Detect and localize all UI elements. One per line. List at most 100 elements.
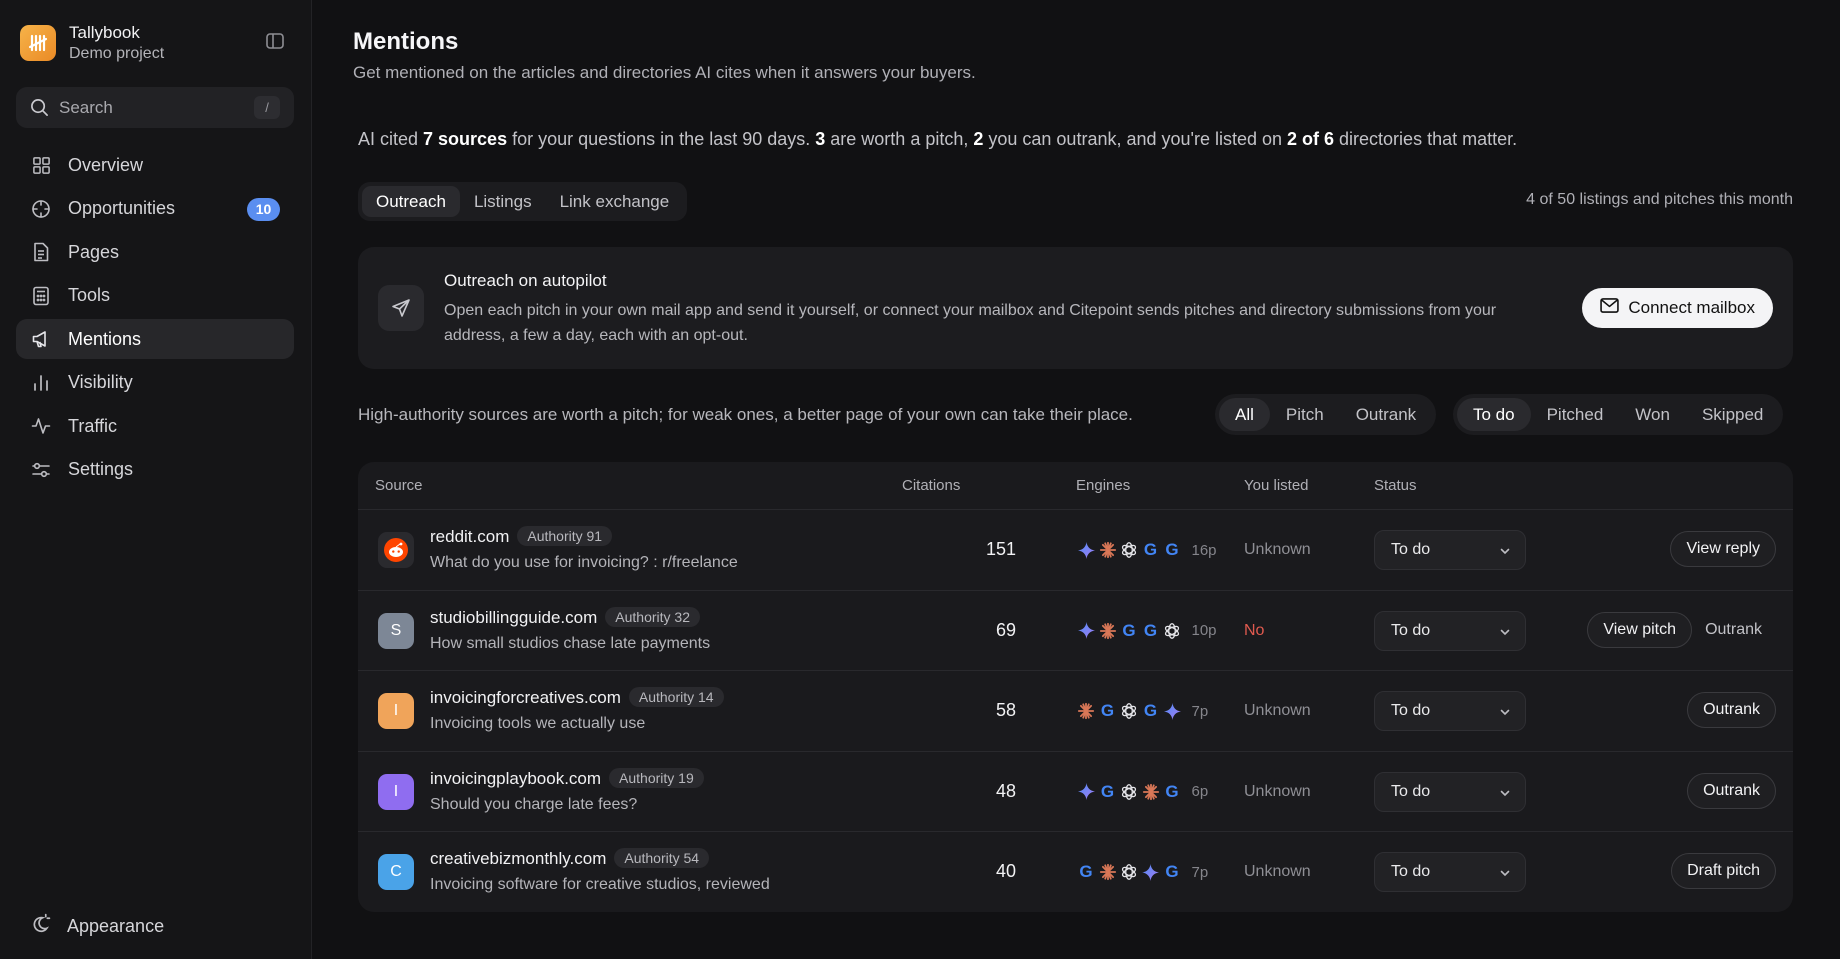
page-title: Mentions <box>353 28 459 55</box>
connect-mailbox-label: Connect mailbox <box>1628 298 1755 317</box>
chevron-down-icon <box>1499 544 1511 562</box>
filter-outrank[interactable]: Outrank <box>1340 398 1432 431</box>
google-icon: G <box>1143 701 1158 720</box>
outrank-button[interactable]: Outrank <box>1687 772 1776 809</box>
sources-table: Source Citations Engines You listed Stat… <box>358 462 1793 912</box>
document-icon <box>30 241 52 263</box>
gemini-icon <box>1076 621 1096 641</box>
claude-icon <box>1098 540 1118 560</box>
engine-list: G G 6p <box>1076 782 1208 802</box>
status-value: To do <box>1391 621 1431 639</box>
google-icon: G <box>1100 701 1115 720</box>
crosshair-icon <box>30 198 52 220</box>
sidebar-item-visibility[interactable]: Visibility <box>16 363 294 403</box>
status-select[interactable]: To do <box>1374 691 1526 731</box>
status-value: To do <box>1391 782 1431 800</box>
autopilot-title: Outreach on autopilot <box>444 271 607 290</box>
outrank-link[interactable]: Outrank <box>1705 621 1762 639</box>
gemini-icon <box>1076 540 1096 560</box>
claude-icon <box>1141 782 1161 802</box>
view-reply-button[interactable]: View reply <box>1670 531 1776 567</box>
source-domain[interactable]: invoicingforcreatives.com Authority 14 <box>430 687 724 708</box>
reddit-icon <box>378 532 414 568</box>
sidebar: Tallybook Demo project Search / Overview <box>0 0 312 959</box>
status-select[interactable]: To do <box>1374 610 1526 651</box>
draft-pitch-button[interactable]: Draft pitch <box>1671 853 1776 889</box>
sidebar-item-opportunities[interactable]: Opportunities 10 <box>16 189 294 229</box>
table-row: reddit.com Authority 91 What do you use fo… <box>358 510 1793 591</box>
openai-icon <box>1119 701 1139 721</box>
sidebar-toggle-icon[interactable] <box>262 30 288 52</box>
filter-won[interactable]: Won <box>1619 398 1686 431</box>
sidebar-item-label: Traffic <box>68 415 118 436</box>
opportunities-count-badge: 10 <box>247 197 280 221</box>
filter-pitched[interactable]: Pitched <box>1531 398 1620 431</box>
source-avatar: C <box>378 854 414 890</box>
source-domain[interactable]: invoicingplaybook.com Authority 19 <box>430 767 704 789</box>
citation-count: 58 <box>995 700 1016 720</box>
sidebar-item-pages[interactable]: Pages <box>16 232 294 272</box>
send-icon <box>378 285 424 331</box>
filter-to-do[interactable]: To do <box>1457 398 1531 431</box>
chevron-down-icon <box>1499 866 1511 884</box>
listed-status: Unknown <box>1244 863 1311 880</box>
gemini-icon <box>1141 862 1161 882</box>
gemini-icon <box>1076 782 1096 802</box>
source-domain-text: invoicingplaybook.com <box>430 768 602 788</box>
citation-summary: AI cited 7 sources for your questions in… <box>358 129 1517 150</box>
sidebar-item-overview[interactable]: Overview <box>16 145 294 185</box>
filter-pitch[interactable]: Pitch <box>1270 398 1340 431</box>
status-value: To do <box>1391 541 1431 558</box>
status-filter: To do Pitched Won Skipped <box>1453 394 1784 435</box>
sidebar-item-label: Opportunities <box>68 198 176 218</box>
avatar-letter: I <box>393 782 399 800</box>
claude-icon <box>1098 862 1118 882</box>
source-domain[interactable]: reddit.com Authority 91 <box>430 526 613 547</box>
sidebar-item-label: Overview <box>68 154 144 175</box>
filter-skipped[interactable]: Skipped <box>1686 398 1779 431</box>
sidebar-item-tools[interactable]: Tools <box>16 276 294 316</box>
page-count: 16p <box>1191 541 1217 559</box>
appearance-icon <box>30 913 51 939</box>
appearance-button[interactable]: Appearance <box>30 913 164 939</box>
source-domain[interactable]: studiobillingguide.com Authority 32 <box>430 606 700 628</box>
table-row: Ccreativebizmonthly.com Authority 54 Invoi… <box>358 832 1793 912</box>
citation-count: 151 <box>985 539 1016 559</box>
chevron-down-icon <box>1499 625 1511 643</box>
connect-mailbox-button[interactable]: Connect mailbox <box>1582 288 1773 328</box>
tab-listings[interactable]: Listings <box>460 186 546 217</box>
source-domain-text: invoicingforcreatives.com <box>430 688 621 707</box>
google-icon: G <box>1100 781 1115 801</box>
google-icon: G <box>1165 781 1179 801</box>
table-row: Iinvoicingplaybook.com Authority 19 Should… <box>358 752 1793 832</box>
monthly-quota: 4 of 50 listings and pitches this month <box>1526 191 1793 208</box>
source-domain[interactable]: creativebizmonthly.com Authority 54 <box>430 848 710 869</box>
header-citations: Citations <box>902 477 961 494</box>
source-domain-text: creativebizmonthly.com <box>430 849 607 868</box>
engine-list: G G 16p <box>1076 540 1217 560</box>
google-icon: G <box>1143 540 1158 559</box>
status-select[interactable]: To do <box>1374 530 1526 570</box>
status-select[interactable]: To do <box>1374 852 1526 892</box>
source-domain-text: reddit.com <box>430 527 510 546</box>
sidebar-item-settings[interactable]: Settings <box>16 450 294 490</box>
summary-text: directories that matter. <box>1334 129 1518 149</box>
page-count: 7p <box>1191 702 1209 720</box>
chevron-down-icon <box>1499 786 1511 804</box>
google-icon: G <box>1079 862 1093 881</box>
sidebar-item-mentions[interactable]: Mentions <box>16 319 294 359</box>
outrank-button[interactable]: Outrank <box>1687 692 1776 728</box>
table-body: reddit.com Authority 91 What do you use fo… <box>358 510 1793 912</box>
search-shortcut: / <box>254 96 280 119</box>
search-input[interactable]: Search / <box>16 87 294 128</box>
filter-all[interactable]: All <box>1219 398 1270 431</box>
authority-badge: Authority 54 <box>614 848 710 868</box>
status-select[interactable]: To do <box>1374 771 1526 812</box>
tab-link-exchange[interactable]: Link exchange <box>546 186 684 217</box>
status-value: To do <box>1391 863 1431 880</box>
view-pitch-button[interactable]: View pitch <box>1587 611 1692 648</box>
tab-outreach[interactable]: Outreach <box>362 186 460 217</box>
sidebar-item-traffic[interactable]: Traffic <box>16 406 294 446</box>
authority-badge: Authority 91 <box>517 526 613 546</box>
brand[interactable]: Tallybook Demo project <box>20 22 164 64</box>
